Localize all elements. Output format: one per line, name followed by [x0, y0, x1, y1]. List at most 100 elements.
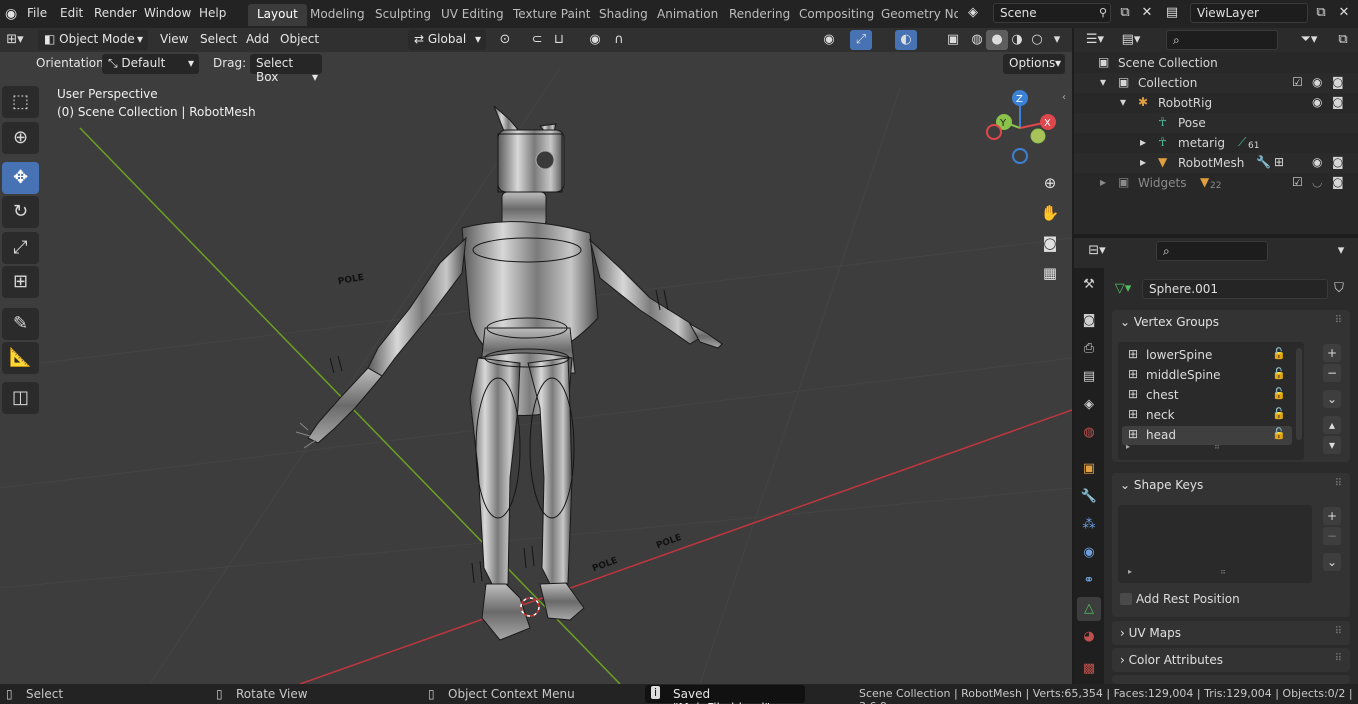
- rendered-shading-icon[interactable]: ○: [1026, 30, 1048, 50]
- select-box-tool[interactable]: ⬚: [2, 86, 39, 118]
- output-tab-icon[interactable]: ⎙: [1077, 337, 1101, 361]
- scene-icon[interactable]: ◈: [962, 3, 984, 23]
- vertex-group-item[interactable]: ⊞ middleSpine 🔓: [1122, 366, 1292, 385]
- menu-view[interactable]: View: [160, 32, 188, 46]
- mesh-data-tab-icon[interactable]: △: [1077, 597, 1101, 621]
- menu-window[interactable]: Window: [144, 6, 191, 20]
- tab-animation[interactable]: Animation: [648, 4, 727, 26]
- wireframe-shading-icon[interactable]: ◍: [966, 30, 988, 50]
- solid-shading-icon[interactable]: ●: [986, 30, 1008, 50]
- uv-maps-header[interactable]: › UV Maps: [1120, 626, 1181, 640]
- pan-hand-icon[interactable]: ✋: [1037, 200, 1063, 226]
- menu-add[interactable]: Add: [246, 32, 269, 46]
- list-resize-handle-icon[interactable]: ⠶: [1220, 567, 1226, 576]
- shape-key-specials-button[interactable]: ⌄: [1323, 553, 1341, 571]
- mesh-data-name-field[interactable]: Sphere.001: [1142, 279, 1328, 299]
- vertex-groups-header[interactable]: ⌄ Vertex Groups: [1120, 315, 1219, 329]
- delete-view-layer-icon[interactable]: ✕: [1333, 3, 1355, 23]
- uv-maps-panel[interactable]: › UV Maps ⠿: [1112, 621, 1350, 645]
- camera-view-icon[interactable]: ◙: [1037, 230, 1063, 256]
- particles-tab-icon[interactable]: ⁂: [1077, 513, 1101, 537]
- xray-icon[interactable]: ▣: [942, 30, 964, 50]
- color-attributes-panel[interactable]: › Color Attributes ⠿: [1112, 648, 1350, 672]
- vertex-group-item-selected[interactable]: ⊞ head 🔓: [1122, 426, 1292, 445]
- transform-tool[interactable]: ⊞: [2, 266, 39, 298]
- drag-dropdown[interactable]: Select Box ▾: [250, 54, 322, 84]
- add-shape-key-button[interactable]: +: [1323, 507, 1341, 525]
- expand-arrow-icon[interactable]: ▸: [1128, 567, 1132, 576]
- tab-modeling[interactable]: Modeling: [301, 4, 374, 26]
- menu-render[interactable]: Render: [94, 6, 137, 20]
- falloff-icon[interactable]: ∩: [608, 30, 630, 50]
- eye-icon[interactable]: ◉: [1312, 155, 1322, 169]
- menu-object[interactable]: Object: [280, 32, 319, 46]
- blender-logo-icon[interactable]: ◉: [5, 6, 17, 22]
- modifier-tab-icon[interactable]: 🔧: [1077, 485, 1101, 509]
- outliner-row-widgets[interactable]: ▸ ▣ Widgets ▼ 22 ☑ ◡ ◙: [1074, 173, 1358, 193]
- menu-edit[interactable]: Edit: [60, 6, 83, 20]
- measure-tool[interactable]: 📐: [2, 342, 39, 374]
- fake-user-shield-icon[interactable]: ⛉: [1328, 279, 1350, 299]
- gizmo-toggle-icon[interactable]: ⤢: [850, 30, 872, 50]
- new-scene-icon[interactable]: ⧉: [1114, 3, 1136, 23]
- display-mode-icon[interactable]: ▤▾: [1120, 30, 1142, 50]
- view-layer-tab-icon[interactable]: ▤: [1077, 365, 1101, 389]
- tab-layout[interactable]: Layout: [248, 4, 307, 26]
- options-dropdown[interactable]: Options ▾: [1003, 54, 1065, 74]
- unlock-icon[interactable]: 🔓: [1272, 347, 1286, 360]
- sidebar-collapse-icon[interactable]: ‹: [1062, 92, 1066, 103]
- material-shading-icon[interactable]: ◑: [1006, 30, 1028, 50]
- properties-search-input[interactable]: ⌕: [1156, 241, 1268, 261]
- new-collection-icon[interactable]: ⧉: [1332, 30, 1354, 50]
- list-resize-handle-icon[interactable]: ⠶: [1214, 442, 1220, 451]
- add-cube-tool[interactable]: ◫: [2, 382, 39, 414]
- camera-render-icon[interactable]: ◙: [1332, 95, 1344, 109]
- move-down-button[interactable]: ▾: [1323, 436, 1341, 454]
- pivot-point-icon[interactable]: ⊙: [494, 30, 516, 50]
- tab-shading[interactable]: Shading: [590, 4, 657, 26]
- scale-tool[interactable]: ⤢: [2, 232, 39, 264]
- unlock-icon[interactable]: 🔓: [1272, 367, 1286, 380]
- tab-sculpting[interactable]: Sculpting: [366, 4, 440, 26]
- outliner-editor-type-icon[interactable]: ☰▾: [1084, 30, 1106, 50]
- outliner-row-robotrig[interactable]: ▾ ✱ RobotRig ◉ ◙: [1074, 93, 1358, 113]
- tab-rendering[interactable]: Rendering: [720, 4, 799, 26]
- 3d-viewport[interactable]: POLE POLE POLE ⊞▾ ◧ Object Mode ▾ View Se…: [0, 28, 1072, 684]
- vertex-group-specials-button[interactable]: ⌄: [1323, 390, 1341, 408]
- add-vertex-group-button[interactable]: +: [1323, 344, 1341, 362]
- menu-file[interactable]: File: [27, 6, 47, 20]
- rotate-tool[interactable]: ↻: [2, 196, 39, 228]
- robot-mesh[interactable]: [295, 105, 723, 641]
- drag-handle-icon[interactable]: ⠿: [1335, 315, 1342, 326]
- drag-handle-icon[interactable]: ⠿: [1335, 626, 1342, 637]
- list-scrollbar[interactable]: [1296, 348, 1302, 440]
- outliner-search-input[interactable]: ⌕: [1166, 30, 1278, 50]
- view-layer-field[interactable]: ViewLayer: [1190, 3, 1308, 23]
- tab-texture-paint[interactable]: Texture Paint: [504, 4, 599, 26]
- save-notification[interactable]: i Saved "MainFile.blend": [645, 685, 805, 704]
- shape-keys-header[interactable]: ⌄ Shape Keys: [1120, 478, 1203, 492]
- proportional-edit-icon[interactable]: ◉: [584, 30, 606, 50]
- filter-icon[interactable]: ⏷▾: [1298, 30, 1320, 50]
- color-attributes-header[interactable]: › Color Attributes: [1120, 653, 1223, 667]
- navigation-gizmo[interactable]: Z X Y: [982, 86, 1064, 168]
- menu-help[interactable]: Help: [199, 6, 226, 20]
- eye-closed-icon[interactable]: ◡: [1312, 175, 1322, 189]
- editor-type-icon[interactable]: ⊞▾: [4, 30, 26, 50]
- outliner-row-metarig[interactable]: ▸ ☥ metarig ⟋ 61: [1074, 133, 1358, 153]
- tab-uv-editing[interactable]: UV Editing: [432, 4, 513, 26]
- chevron-down-icon[interactable]: ▾: [1330, 241, 1352, 261]
- properties-editor-type-icon[interactable]: ⊟▾: [1086, 241, 1108, 261]
- unlock-icon[interactable]: 🔓: [1272, 407, 1286, 420]
- vertex-group-item[interactable]: ⊞ neck 🔓: [1122, 406, 1292, 425]
- scene-tab-icon[interactable]: ◈: [1077, 393, 1101, 417]
- tab-compositing[interactable]: Compositing: [790, 4, 883, 26]
- remove-vertex-group-button[interactable]: −: [1323, 364, 1341, 382]
- outliner-row-scene-collection[interactable]: ▣ Scene Collection: [1074, 53, 1358, 73]
- camera-render-icon[interactable]: ◙: [1332, 155, 1344, 169]
- camera-render-icon[interactable]: ◙: [1332, 175, 1344, 189]
- transform-orientation-dropdown[interactable]: ⇄ Global ▾: [408, 30, 486, 50]
- render-tab-icon[interactable]: ◙: [1077, 309, 1101, 333]
- delete-scene-icon[interactable]: ✕: [1136, 3, 1158, 23]
- remove-shape-key-button[interactable]: −: [1323, 527, 1341, 545]
